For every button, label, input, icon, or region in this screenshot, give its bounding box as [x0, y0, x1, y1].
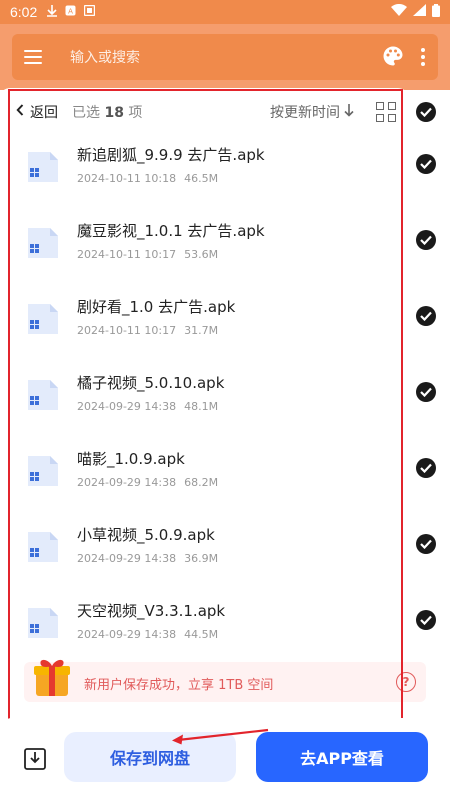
file-meta: 2024-09-29 14:38 48.1M	[77, 400, 219, 413]
battery-icon	[432, 3, 440, 21]
wifi-icon	[391, 3, 407, 20]
file-row[interactable]: 橘子视频_5.0.10.apk 2024-09-29 14:38 48.1M	[0, 358, 450, 434]
file-row[interactable]: 喵影_1.0.9.apk 2024-09-29 14:38 68.2M	[0, 434, 450, 510]
search-bar[interactable]: 输入或搜索	[12, 34, 438, 80]
file-name: 新追剧狐_9.9.9 去广告.apk	[77, 146, 265, 164]
file-name: 剧好看_1.0 去广告.apk	[77, 298, 236, 316]
checkbox-checked-icon[interactable]	[416, 610, 436, 630]
grid-view-icon[interactable]	[376, 102, 396, 122]
checkbox-checked-icon[interactable]	[416, 382, 436, 402]
download-icon[interactable]	[24, 748, 46, 770]
checkbox-checked-icon[interactable]	[416, 306, 436, 326]
back-label: 返回	[30, 105, 58, 121]
file-meta: 2024-10-11 10:18 46.5M	[77, 172, 219, 185]
file-name: 小草视频_5.0.9.apk	[77, 526, 215, 544]
download-icon	[47, 4, 58, 20]
apk-file-icon	[26, 526, 60, 564]
checkbox-checked-icon[interactable]	[416, 154, 436, 174]
help-icon[interactable]: ?	[396, 672, 416, 692]
status-bar: 6:02 A	[0, 0, 450, 24]
file-name: 喵影_1.0.9.apk	[77, 450, 185, 468]
view-in-app-button[interactable]: 去APP查看	[256, 732, 428, 782]
apk-file-icon	[26, 450, 60, 488]
chevron-left-icon	[16, 104, 24, 120]
arrow-down-icon	[344, 103, 354, 121]
signal-icon	[413, 4, 426, 20]
file-row[interactable]: 剧好看_1.0 去广告.apk 2024-10-11 10:17 31.7M	[0, 282, 450, 358]
search-input[interactable]: 输入或搜索	[70, 47, 382, 67]
checkbox-checked-icon[interactable]	[416, 534, 436, 554]
selected-count: 18	[104, 105, 124, 121]
sort-label: 按更新时间	[270, 105, 340, 121]
file-row[interactable]: 小草视频_5.0.9.apk 2024-09-29 14:38 36.9M	[0, 510, 450, 586]
svg-text:A: A	[68, 7, 73, 15]
promo-text: 新用户保存成功，立享 1TB 空间	[84, 678, 274, 693]
clock: 6:02	[10, 4, 38, 20]
app-icon: A	[65, 5, 76, 19]
save-to-drive-button[interactable]: 保存到网盘	[64, 732, 236, 782]
file-meta: 2024-10-11 10:17 31.7M	[77, 324, 219, 337]
checkbox-checked-icon[interactable]	[416, 230, 436, 250]
file-row[interactable]: 魔豆影视_1.0.1 去广告.apk 2024-10-11 10:17 53.6M	[0, 206, 450, 282]
apk-file-icon	[26, 602, 60, 640]
bottom-action-bar: 保存到网盘 去APP查看	[0, 718, 450, 800]
file-name: 魔豆影视_1.0.1 去广告.apk	[77, 222, 265, 240]
gift-icon	[32, 654, 72, 698]
apk-file-icon	[26, 374, 60, 412]
file-name: 天空视频_V3.3.1.apk	[77, 602, 226, 620]
promo-banner[interactable]: 新用户保存成功，立享 1TB 空间 ?	[24, 659, 426, 702]
file-row[interactable]: 天空视频_V3.3.1.apk 2024-09-29 14:38 44.5M	[0, 586, 450, 662]
apk-file-icon	[26, 298, 60, 336]
notification-icon	[84, 4, 96, 19]
selected-count-label: 已选 18 项	[72, 105, 143, 121]
file-name: 橘子视频_5.0.10.apk	[77, 374, 225, 392]
file-meta: 2024-10-11 10:17 53.6M	[77, 248, 219, 261]
selection-header: 返回 已选 18 项 按更新时间	[16, 100, 396, 124]
top-app-bar: 输入或搜索	[0, 24, 450, 90]
sort-button[interactable]: 按更新时间	[270, 102, 354, 122]
select-all-checkbox-icon[interactable]	[416, 102, 436, 122]
palette-icon[interactable]	[382, 45, 406, 69]
menu-icon[interactable]	[24, 42, 54, 72]
more-icon[interactable]	[420, 48, 426, 66]
checkbox-checked-icon[interactable]	[416, 458, 436, 478]
apk-file-icon	[26, 222, 60, 260]
apk-file-icon	[26, 146, 60, 184]
file-row[interactable]: 新追剧狐_9.9.9 去广告.apk 2024-10-11 10:18 46.5M	[0, 130, 450, 206]
back-button[interactable]: 返回	[16, 102, 58, 122]
file-meta: 2024-09-29 14:38 36.9M	[77, 552, 219, 565]
file-meta: 2024-09-29 14:38 44.5M	[77, 628, 219, 641]
file-meta: 2024-09-29 14:38 68.2M	[77, 476, 219, 489]
